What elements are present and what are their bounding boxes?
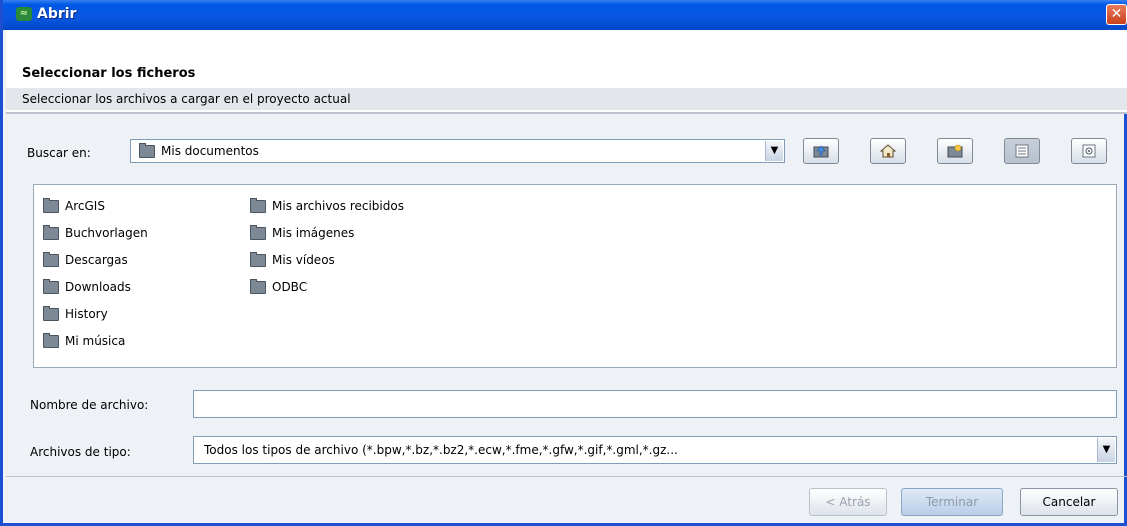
lookin-label: Buscar en: (27, 146, 91, 160)
item-label: ArcGIS (65, 199, 105, 213)
item-label: Mis vídeos (272, 253, 335, 267)
list-item[interactable]: Buchvorlagen (43, 222, 148, 249)
item-label: ODBC (272, 280, 308, 294)
home-button[interactable] (870, 138, 906, 164)
up-folder-button[interactable] (803, 138, 839, 164)
item-label: Mis archivos recibidos (272, 199, 404, 213)
list-item[interactable]: Mis archivos recibidos (250, 195, 404, 222)
window-title: Abrir (37, 6, 77, 22)
home-icon (879, 144, 897, 158)
item-label: Descargas (65, 253, 128, 267)
up-folder-icon (813, 144, 829, 158)
chevron-down-icon[interactable]: ▼ (765, 141, 783, 161)
divider (6, 112, 1127, 114)
filename-input[interactable] (193, 390, 1117, 418)
cancel-button[interactable]: Cancelar (1020, 488, 1118, 516)
folder-icon (43, 225, 59, 240)
item-label: Mis imágenes (272, 226, 355, 240)
list-view-button[interactable] (1004, 138, 1040, 164)
file-column-1: ArcGIS Buchvorlagen Descargas Downloads … (43, 195, 148, 357)
title-bar: ≈ Abrir ✕ (3, 0, 1127, 30)
dialog-window: ≈ Abrir ✕ Seleccionar los ficheros Selec… (0, 0, 1127, 526)
item-label: Mi música (65, 334, 126, 348)
details-view-button[interactable] (1071, 138, 1107, 164)
list-item[interactable]: Mis imágenes (250, 222, 404, 249)
divider (6, 476, 1127, 477)
list-item[interactable]: Descargas (43, 249, 148, 276)
back-button[interactable]: < Atrás (809, 488, 887, 516)
new-folder-icon (947, 144, 963, 158)
list-view-icon (1014, 144, 1030, 158)
list-item[interactable]: History (43, 303, 148, 330)
list-item[interactable]: Mi música (43, 330, 148, 357)
close-icon[interactable]: ✕ (1106, 4, 1127, 25)
folder-icon (250, 225, 266, 240)
list-item[interactable]: Mis vídeos (250, 249, 404, 276)
filetype-label: Archivos de tipo: (30, 445, 131, 459)
finish-button[interactable]: Terminar (901, 488, 1003, 516)
item-label: History (65, 307, 108, 321)
filename-label: Nombre de archivo: (30, 398, 149, 412)
app-icon: ≈ (16, 7, 32, 21)
chevron-down-icon[interactable]: ▼ (1097, 438, 1115, 462)
wizard-header: Seleccionar los ficheros Seleccionar los… (6, 30, 1127, 112)
list-item[interactable]: ArcGIS (43, 195, 148, 222)
folder-icon (43, 306, 59, 321)
filetype-value: Todos los tipos de archivo (*.bpw,*.bz,*… (204, 443, 678, 457)
item-label: Downloads (65, 280, 131, 294)
folder-icon (43, 333, 59, 348)
folder-icon (43, 279, 59, 294)
filetype-dropdown[interactable]: Todos los tipos de archivo (*.bpw,*.bz,*… (193, 436, 1117, 464)
file-list[interactable]: ArcGIS Buchvorlagen Descargas Downloads … (33, 184, 1117, 368)
folder-icon (43, 198, 59, 213)
item-label: Buchvorlagen (65, 226, 148, 240)
header-title: Seleccionar los ficheros (22, 66, 196, 81)
folder-icon (139, 143, 155, 158)
new-folder-button[interactable] (937, 138, 973, 164)
folder-icon (43, 252, 59, 267)
folder-icon (250, 279, 266, 294)
header-subtitle: Seleccionar los archivos a cargar en el … (6, 88, 1127, 110)
details-view-icon (1081, 144, 1097, 158)
file-column-2: Mis archivos recibidos Mis imágenes Mis … (250, 195, 404, 303)
list-item[interactable]: Downloads (43, 276, 148, 303)
folder-icon (250, 198, 266, 213)
lookin-dropdown[interactable]: Mis documentos ▼ (130, 139, 785, 163)
list-item[interactable]: ODBC (250, 276, 404, 303)
lookin-value: Mis documentos (161, 144, 259, 158)
folder-icon (250, 252, 266, 267)
